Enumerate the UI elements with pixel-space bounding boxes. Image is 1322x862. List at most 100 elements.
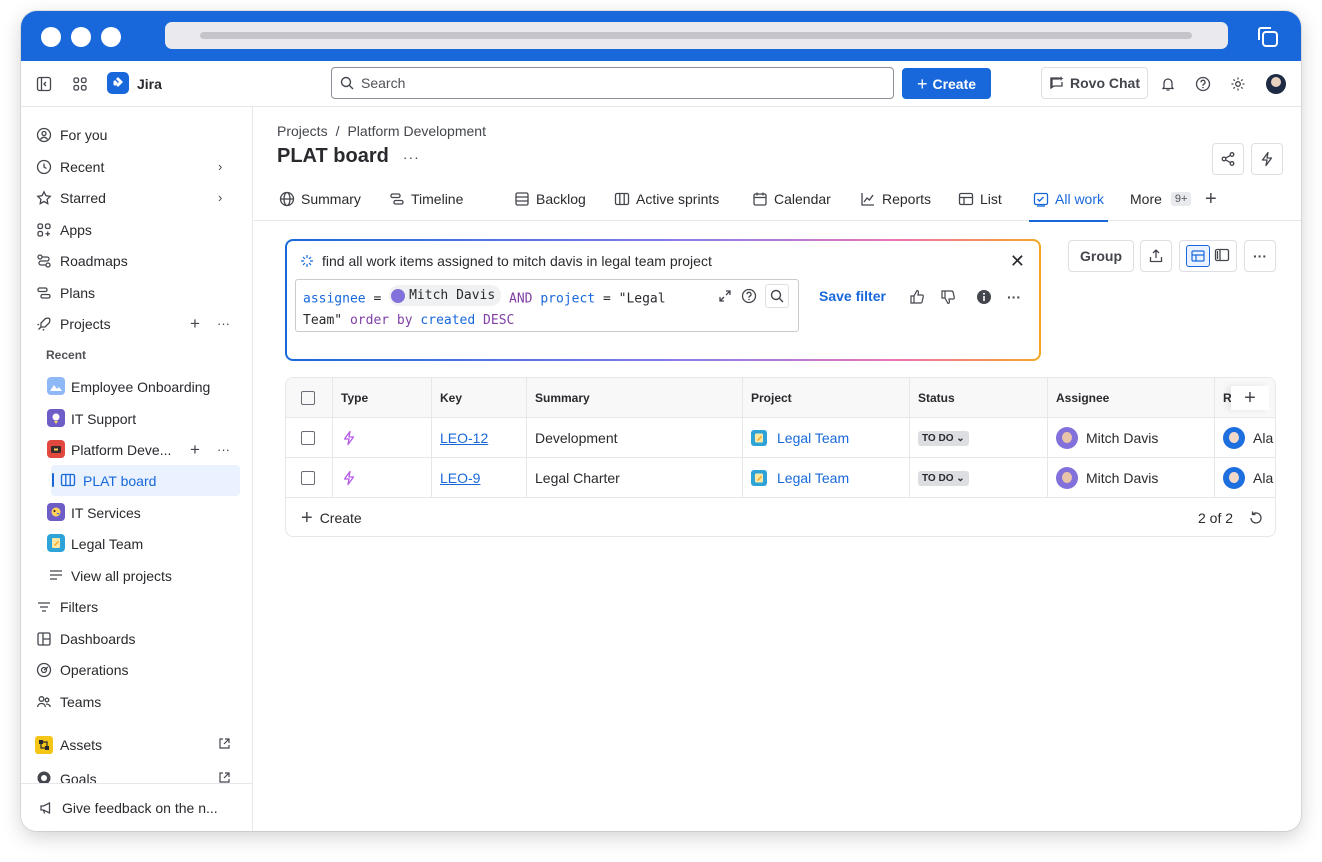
app-switcher-icon[interactable] (71, 75, 89, 93)
sidebar-item-assets[interactable]: Assets (21, 729, 252, 760)
tab-list[interactable]: List (958, 177, 1002, 221)
sidebar-item-for-you[interactable]: For you (21, 119, 252, 150)
sidebar-item-plat-board[interactable]: PLAT board (51, 465, 240, 496)
checkbox[interactable] (301, 391, 315, 405)
expand-icon[interactable] (717, 288, 733, 304)
projects-more-icon[interactable]: ··· (217, 316, 230, 331)
help-icon[interactable] (741, 288, 757, 304)
status-dropdown[interactable]: TO DO ⌄ (918, 430, 969, 446)
sidebar-item-recent[interactable]: Recent › (21, 151, 252, 182)
rovo-chat-button[interactable]: Rovo Chat (1041, 67, 1148, 99)
row-select[interactable] (286, 418, 333, 458)
settings-gear-icon[interactable] (1229, 75, 1247, 93)
close-icon[interactable]: ✕ (1010, 251, 1025, 272)
column-header-key[interactable]: Key (432, 378, 527, 418)
sidebar-project-it-support[interactable]: IT Support (21, 403, 252, 434)
issue-key-link[interactable]: LEO-9 (440, 470, 480, 486)
window-maximize-dot[interactable] (101, 27, 121, 47)
sidebar-project-it-services[interactable]: IT Services (21, 497, 252, 528)
tab-active-sprints[interactable]: Active sprints (614, 177, 719, 221)
jira-logo-icon[interactable] (107, 72, 129, 94)
tab-backlog[interactable]: Backlog (514, 177, 586, 221)
column-header-project[interactable]: Project (743, 378, 910, 418)
table-row[interactable]: LEO-12 Development Legal Team TO DO ⌄ Mi… (286, 418, 1275, 458)
tab-reports[interactable]: Reports (860, 177, 931, 221)
export-button[interactable] (1140, 240, 1172, 272)
table-row[interactable]: LEO-9 Legal Charter Legal Team TO DO ⌄ M… (286, 458, 1275, 498)
external-link-icon[interactable] (218, 737, 231, 753)
assignee-cell[interactable]: Mitch Davis (1048, 418, 1215, 458)
share-button[interactable] (1212, 143, 1244, 175)
info-icon[interactable] (976, 289, 992, 308)
create-row-button[interactable]: + Create (301, 507, 362, 530)
column-header-summary[interactable]: Summary (527, 378, 743, 418)
project-more-icon[interactable]: ··· (217, 442, 230, 457)
sidebar-item-roadmaps[interactable]: Roadmaps (21, 245, 252, 276)
app-name[interactable]: Jira (137, 76, 162, 92)
automation-button[interactable] (1251, 143, 1283, 175)
search-input[interactable]: Search (331, 67, 894, 99)
feedback-button[interactable]: Give feedback on the n... (21, 783, 252, 831)
tab-timeline[interactable]: Timeline (389, 177, 463, 221)
sidebar-item-apps[interactable]: Apps (21, 214, 252, 245)
summary-cell[interactable]: Legal Charter (527, 458, 743, 498)
window-minimize-dot[interactable] (71, 27, 91, 47)
sidebar-item-starred[interactable]: Starred › (21, 182, 252, 213)
project-link[interactable]: Legal Team (777, 470, 849, 486)
jql-more-icon[interactable]: ··· (1007, 289, 1021, 305)
column-header-type[interactable]: Type (333, 378, 432, 418)
reporter-cell[interactable]: Ala (1215, 418, 1275, 458)
thumbs-up-icon[interactable] (909, 289, 925, 308)
sidebar-project-platform-development[interactable]: Platform Deve... + ··· (21, 434, 252, 465)
toolbar-more-icon[interactable]: ··· (1244, 240, 1276, 272)
detail-view-toggle[interactable] (1214, 247, 1230, 266)
sidebar-view-all-projects[interactable]: View all projects (21, 560, 252, 591)
column-header-status[interactable]: Status (910, 378, 1048, 418)
tab-all-work[interactable]: All work (1029, 177, 1109, 222)
sidebar-item-goals[interactable]: Goals (21, 761, 252, 783)
add-column-plus-icon[interactable]: + (1231, 386, 1269, 410)
assignee-cell[interactable]: Mitch Davis (1048, 458, 1215, 498)
reporter-cell[interactable]: Ala (1215, 458, 1275, 498)
window-close-dot[interactable] (41, 27, 61, 47)
sidebar-item-teams[interactable]: Teams (21, 686, 252, 717)
external-link-icon[interactable] (218, 771, 231, 783)
summary-cell[interactable]: Development (527, 418, 743, 458)
sidebar-toggle-icon[interactable] (35, 75, 53, 93)
group-button[interactable]: Group (1068, 240, 1134, 272)
sidebar-project-legal-team[interactable]: Legal Team (21, 528, 252, 559)
breadcrumb-projects[interactable]: Projects (277, 123, 328, 139)
add-board-plus-icon[interactable]: + (190, 440, 200, 460)
tab-calendar[interactable]: Calendar (752, 177, 831, 221)
tab-more[interactable]: More 9+ (1130, 177, 1192, 221)
issue-key-link[interactable]: LEO-12 (440, 430, 488, 446)
sidebar-item-dashboards[interactable]: Dashboards (21, 623, 252, 654)
help-icon[interactable] (1194, 75, 1212, 93)
sidebar-item-projects[interactable]: Projects + ··· (21, 308, 252, 339)
project-link[interactable]: Legal Team (777, 430, 849, 446)
checkbox[interactable] (301, 431, 315, 445)
tabs-icon[interactable] (1255, 24, 1281, 50)
address-bar[interactable] (165, 22, 1228, 49)
checkbox[interactable] (301, 471, 315, 485)
sidebar-item-operations[interactable]: Operations (21, 654, 252, 685)
user-avatar[interactable] (1266, 74, 1286, 94)
tab-summary[interactable]: Summary (279, 177, 361, 221)
chevron-right-icon[interactable]: › (218, 159, 222, 174)
ai-prompt[interactable]: find all work items assigned to mitch da… (300, 253, 712, 269)
add-tab-plus-icon[interactable]: + (1205, 177, 1217, 221)
save-filter-button[interactable]: Save filter (819, 288, 886, 304)
search-button[interactable] (765, 284, 789, 308)
breadcrumb-project[interactable]: Platform Development (347, 123, 486, 139)
column-header-assignee[interactable]: Assignee (1048, 378, 1215, 418)
list-view-toggle[interactable] (1186, 245, 1210, 267)
sidebar-project-employee-onboarding[interactable]: Employee Onboarding (21, 371, 252, 402)
jql-user-chip[interactable]: Mitch Davis (389, 285, 502, 306)
sidebar-item-plans[interactable]: Plans (21, 277, 252, 308)
sidebar-item-filters[interactable]: Filters (21, 591, 252, 622)
status-dropdown[interactable]: TO DO ⌄ (918, 470, 969, 486)
create-button[interactable]: + Create (902, 68, 991, 99)
thumbs-down-icon[interactable] (940, 289, 956, 308)
add-project-plus-icon[interactable]: + (190, 314, 200, 334)
row-select[interactable] (286, 458, 333, 498)
